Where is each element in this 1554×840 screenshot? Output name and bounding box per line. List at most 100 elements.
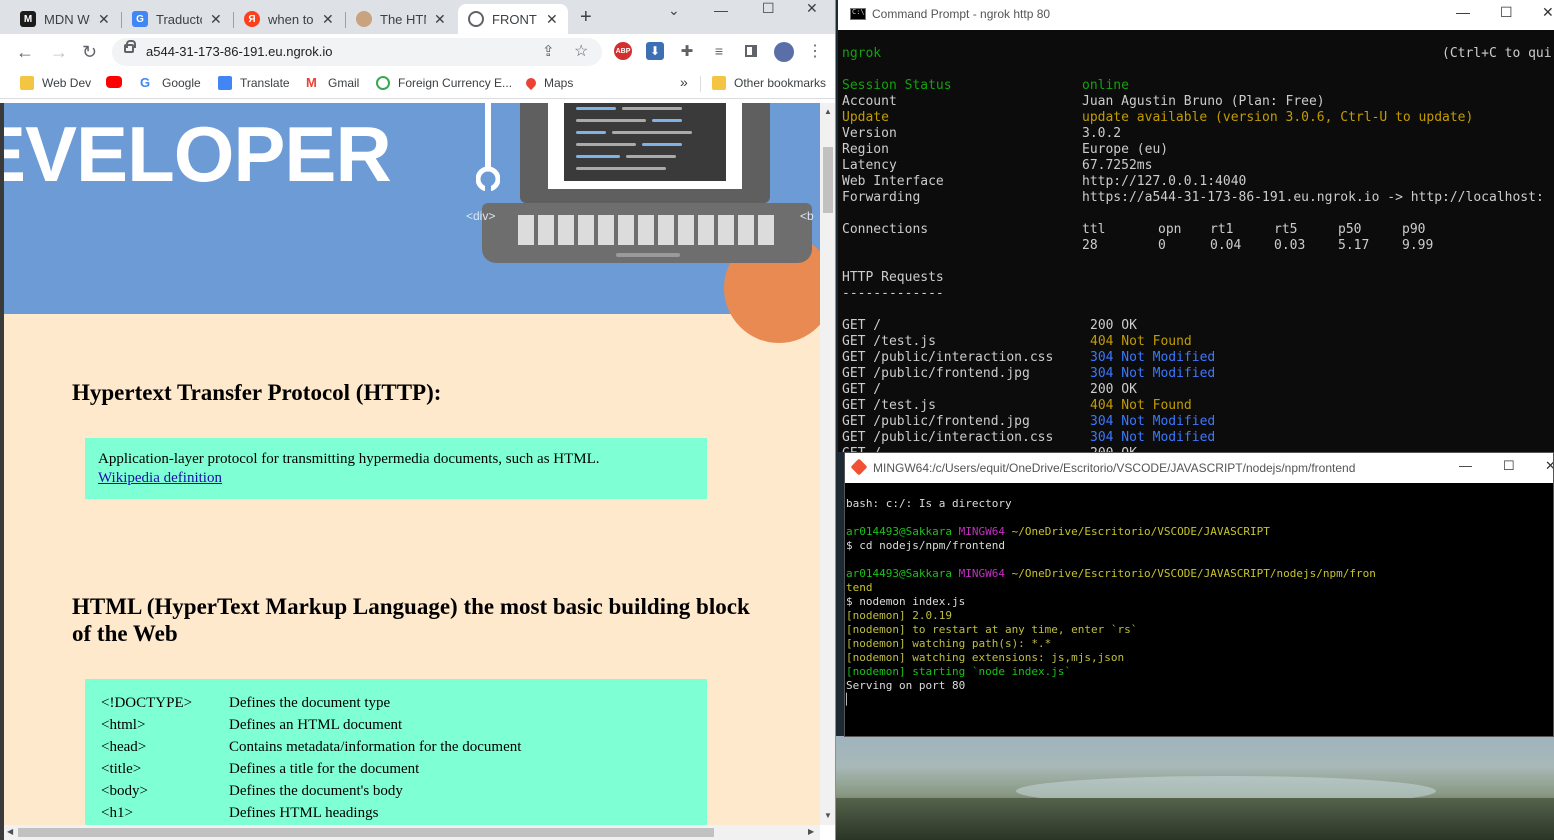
chevron-down-icon[interactable]: ⌄ <box>668 2 680 19</box>
scrollbar-thumb[interactable] <box>823 147 833 213</box>
tab-the-html[interactable]: The HTM ✕ <box>346 4 456 34</box>
close-icon[interactable]: ✕ <box>322 11 334 28</box>
bookmark-foreign-currency[interactable]: Foreign Currency E... <box>376 76 512 90</box>
minimize-button[interactable]: — <box>714 2 728 18</box>
close-icon[interactable]: ✕ <box>546 11 558 28</box>
table-row: <!DOCTYPE> Defines the document type <box>101 692 521 714</box>
wikipedia-link[interactable]: Wikipedia definition <box>98 470 222 487</box>
hero-banner: EVELOPER <div> <b <box>4 103 820 343</box>
git-icon <box>850 458 868 476</box>
tab-mdn[interactable]: M MDN We ✕ <box>10 4 122 34</box>
terminal-cursor: ▏ <box>846 693 853 706</box>
scrollbar-thumb[interactable] <box>18 828 714 837</box>
request-status: 304 Not Modified <box>1090 430 1216 445</box>
bookmark-translate[interactable]: Translate <box>218 76 290 90</box>
request-path: GET /public/interaction.css <box>842 350 1054 365</box>
bookmark-label: Other bookmarks <box>734 76 827 90</box>
media-control-icon[interactable]: ≡ <box>710 42 728 60</box>
maximize-button[interactable]: ☐ <box>1500 4 1513 21</box>
forward-arrow-icon[interactable]: → <box>50 42 68 63</box>
tag-cell: <head> <box>101 738 147 755</box>
request-row: GET / 200 OK <box>842 318 1137 334</box>
bookmark-web-dev[interactable]: Web Dev <box>20 76 91 90</box>
scroll-left-icon[interactable]: ◀ <box>7 827 13 836</box>
scroll-right-icon[interactable]: ▶ <box>808 827 814 836</box>
conn-header-opn: opn <box>1158 222 1182 237</box>
bookmark-star-icon[interactable]: ☆ <box>574 41 588 61</box>
prompt-path: ~/OneDrive/Escritorio/VSCODE/JAVASCRIPT/… <box>1011 567 1376 580</box>
minimize-button[interactable]: — <box>1459 458 1472 473</box>
address-bar[interactable]: a544-31-173-86-191.eu.ngrok.io ⇪ ☆ <box>112 38 602 66</box>
new-tab-button[interactable]: + <box>580 6 592 29</box>
cmd-icon <box>850 8 866 20</box>
more-bookmarks-button[interactable]: » <box>680 74 688 90</box>
request-row: GET /test.js 404 Not Found <box>842 398 1192 414</box>
close-window-button[interactable]: ✕ <box>1542 4 1554 21</box>
request-path: GET /test.js <box>842 334 936 349</box>
close-icon[interactable]: ✕ <box>434 11 446 28</box>
cmd-terminal-output[interactable]: ngrok (Ctrl+C to qui Session Status online A… <box>842 30 1552 452</box>
tab-front-end[interactable]: FRONT E ✕ <box>458 4 568 34</box>
maximize-button[interactable]: ☐ <box>1503 458 1515 474</box>
tab-yandex[interactable]: Я when to ✕ <box>234 4 346 34</box>
request-row: GET /public/frontend.jpg 304 Not Modified <box>842 414 1215 430</box>
back-arrow-icon[interactable]: ← <box>16 42 34 63</box>
maximize-button[interactable]: ☐ <box>762 0 775 17</box>
http-definition-text: Application-layer protocol for transmitt… <box>98 451 600 467</box>
mingw-terminal-output[interactable]: bash: c:/: Is a directory ar014493@Sakkar… <box>846 483 1376 735</box>
prompt-user: ar014493@Sakkara <box>846 567 952 580</box>
scroll-up-icon[interactable]: ▲ <box>824 107 832 116</box>
minimize-button[interactable]: — <box>1456 4 1470 20</box>
mdn-icon: M <box>20 11 36 27</box>
bookmark-label: Maps <box>544 76 574 90</box>
terminal-command: $ nodemon index.js <box>846 595 966 608</box>
tab-title: Traducto <box>156 11 202 27</box>
scroll-down-icon[interactable]: ▼ <box>824 811 832 820</box>
bookmark-gmail[interactable]: M Gmail <box>306 75 359 91</box>
conn-value-ttl: 28 <box>1082 238 1098 253</box>
conn-header-rt5: rt5 <box>1274 222 1298 237</box>
table-row: <html> Defines an HTML document <box>101 714 521 736</box>
yandex-icon: Я <box>244 11 260 27</box>
other-bookmarks-folder[interactable]: Other bookmarks <box>712 76 826 90</box>
reload-icon[interactable]: ↻ <box>82 42 97 63</box>
horizontal-scrollbar[interactable]: ◀ ▶ <box>4 825 820 840</box>
gmail-icon: M <box>306 75 317 90</box>
command-prompt-window: Command Prompt - ngrok http 80 — ☐ ✕ ngr… <box>838 0 1554 452</box>
request-status: 304 Not Modified <box>1090 366 1216 381</box>
folder-icon <box>20 76 34 90</box>
mingw-titlebar: MINGW64:/c/Users/equit/OneDrive/Escritor… <box>845 453 1553 483</box>
tag-cell: <h1> <box>101 804 133 821</box>
youtube-icon <box>106 76 122 88</box>
close-window-button[interactable]: ✕ <box>806 0 818 17</box>
close-icon[interactable]: ✕ <box>98 11 110 28</box>
tab-translator[interactable]: G Traducto ✕ <box>122 4 234 34</box>
bookmark-youtube[interactable] <box>106 76 130 88</box>
menu-kebab-icon[interactable]: ⋮ <box>806 42 824 60</box>
bookmark-google[interactable]: G Google <box>140 76 201 91</box>
browser-window: M MDN We ✕ G Traducto ✕ Я when to ✕ The … <box>0 0 836 840</box>
prompt-path: ~/OneDrive/Escritorio/VSCODE/JAVASCRIPT <box>1011 525 1270 538</box>
tag-cell: <!DOCTYPE> <box>101 694 193 711</box>
close-window-button[interactable]: ✕ <box>1545 458 1553 474</box>
bookmark-label: Web Dev <box>42 76 92 90</box>
share-icon[interactable]: ⇪ <box>542 42 555 60</box>
url-text[interactable]: a544-31-173-86-191.eu.ngrok.io <box>146 44 332 59</box>
region-label: Region <box>842 142 889 157</box>
close-icon[interactable]: ✕ <box>210 11 222 28</box>
adblock-icon[interactable]: ABP <box>614 42 632 60</box>
extensions-puzzle-icon[interactable]: ✚ <box>678 42 696 60</box>
side-panel-icon[interactable] <box>742 42 760 60</box>
request-path: GET /public/interaction.css <box>842 430 1054 445</box>
vertical-scrollbar[interactable]: ▲ ▼ <box>820 103 835 825</box>
http-definition-box: Application-layer protocol for transmitt… <box>85 438 707 499</box>
version-value: 3.0.2 <box>1082 126 1122 141</box>
conn-value-rt1: 0.04 <box>1210 238 1242 253</box>
download-icon[interactable]: ⬇ <box>646 42 664 60</box>
profile-avatar[interactable] <box>774 42 794 62</box>
desc-cell: Contains metadata/information for the do… <box>229 738 522 755</box>
connections-label: Connections <box>842 222 929 237</box>
request-path: GET /test.js <box>842 398 936 413</box>
bookmark-maps[interactable]: Maps <box>523 75 574 91</box>
terminal-line: bash: c:/: Is a directory <box>846 497 1012 510</box>
